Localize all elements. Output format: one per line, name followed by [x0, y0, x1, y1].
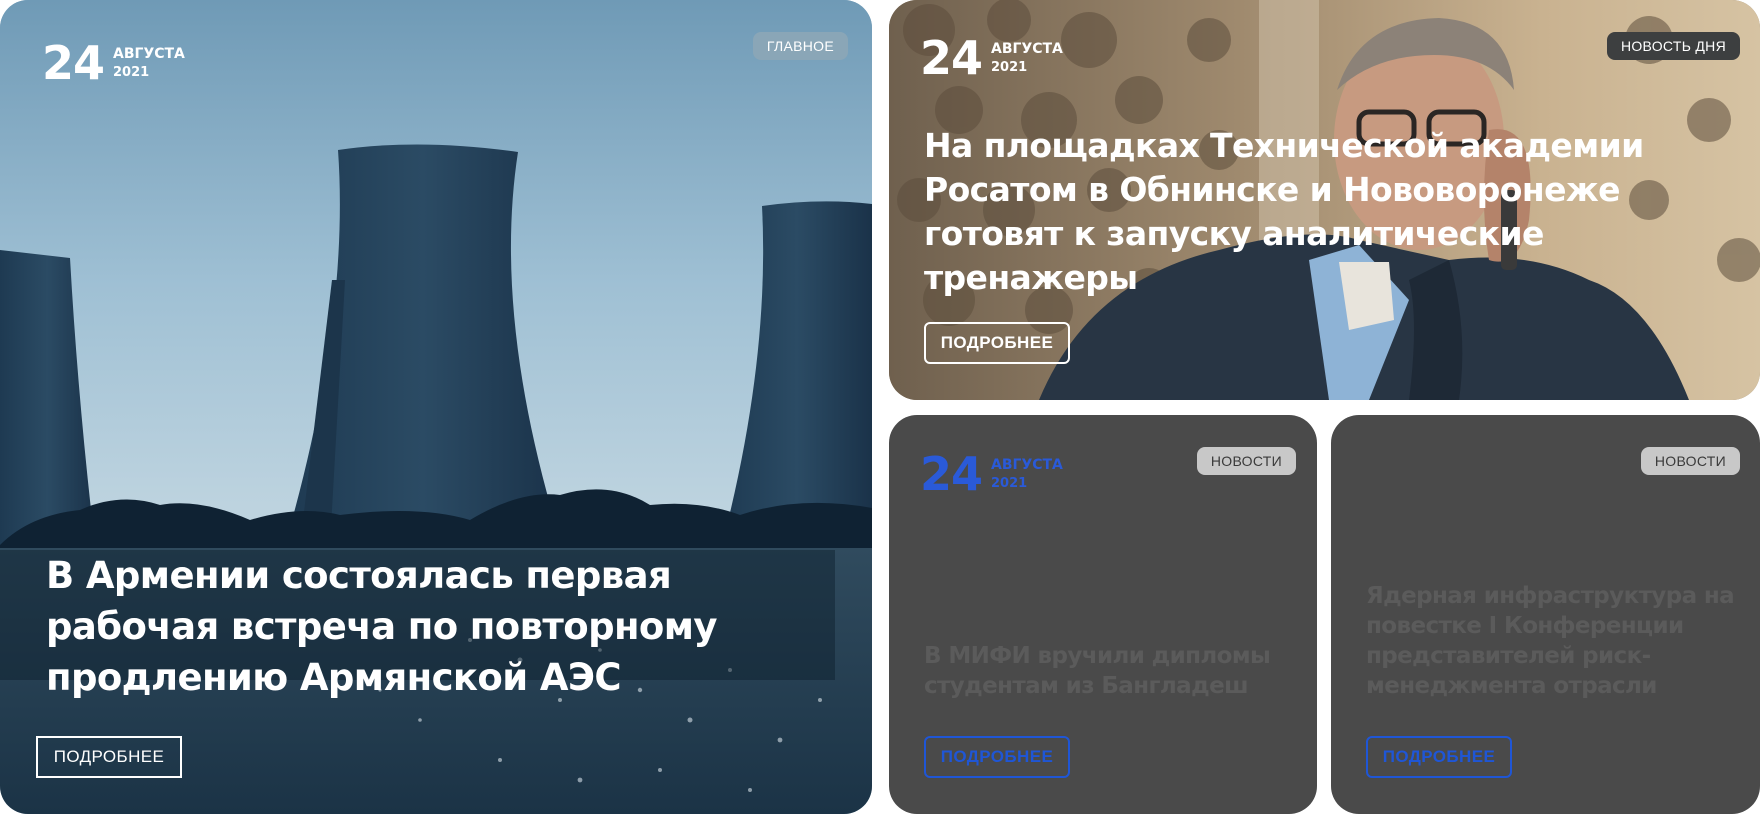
news-date: 24 АВГУСТА 2021 [42, 40, 185, 86]
more-button[interactable]: ПОДРОБНЕЕ [36, 736, 182, 778]
news-card-mephi[interactable]: 24 АВГУСТА 2021 НОВОСТИ В МИФИ вручили д… [889, 415, 1317, 814]
news-date: 24 АВГУСТА 2021 [920, 35, 1063, 81]
date-year: 2021 [991, 475, 1028, 491]
news-card-main[interactable]: 24 АВГУСТА 2021 ГЛАВНОЕ В Армении состоя… [0, 0, 872, 814]
date-month: АВГУСТА [991, 456, 1063, 473]
news-date: 24 АВГУСТА 2021 [920, 451, 1063, 497]
news-card-day[interactable]: 24 АВГУСТА 2021 НОВОСТЬ ДНЯ На площадках… [889, 0, 1760, 400]
date-day: 24 [920, 447, 983, 501]
date-month: АВГУСТА [991, 40, 1063, 57]
date-day: 24 [920, 31, 983, 85]
date-month: АВГУСТА [113, 45, 185, 62]
date-year: 2021 [113, 64, 150, 80]
date-year: 2021 [991, 59, 1028, 75]
more-button[interactable]: ПОДРОБНЕЕ [924, 736, 1070, 778]
news-headline[interactable]: На площадках Технической академии Росато… [924, 124, 1644, 300]
news-headline[interactable]: Ядерная инфраструктура на повестке I Кон… [1366, 581, 1736, 701]
more-button[interactable]: ПОДРОБНЕЕ [924, 322, 1070, 364]
news-headline[interactable]: В МИФИ вручили дипломы студентам из Банг… [924, 641, 1294, 701]
more-button[interactable]: ПОДРОБНЕЕ [1366, 736, 1512, 778]
category-badge: НОВОСТИ [1196, 447, 1296, 475]
date-day: 24 [42, 36, 105, 90]
news-headline[interactable]: В Армении состоялась первая рабочая встр… [46, 550, 826, 703]
category-badge: НОВОСТЬ ДНЯ [1606, 32, 1740, 60]
category-badge: НОВОСТИ [1640, 447, 1740, 475]
category-badge: ГЛАВНОЕ [752, 32, 848, 60]
news-card-conference[interactable]: НОВОСТИ Ядерная инфраструктура на повест… [1331, 415, 1760, 814]
